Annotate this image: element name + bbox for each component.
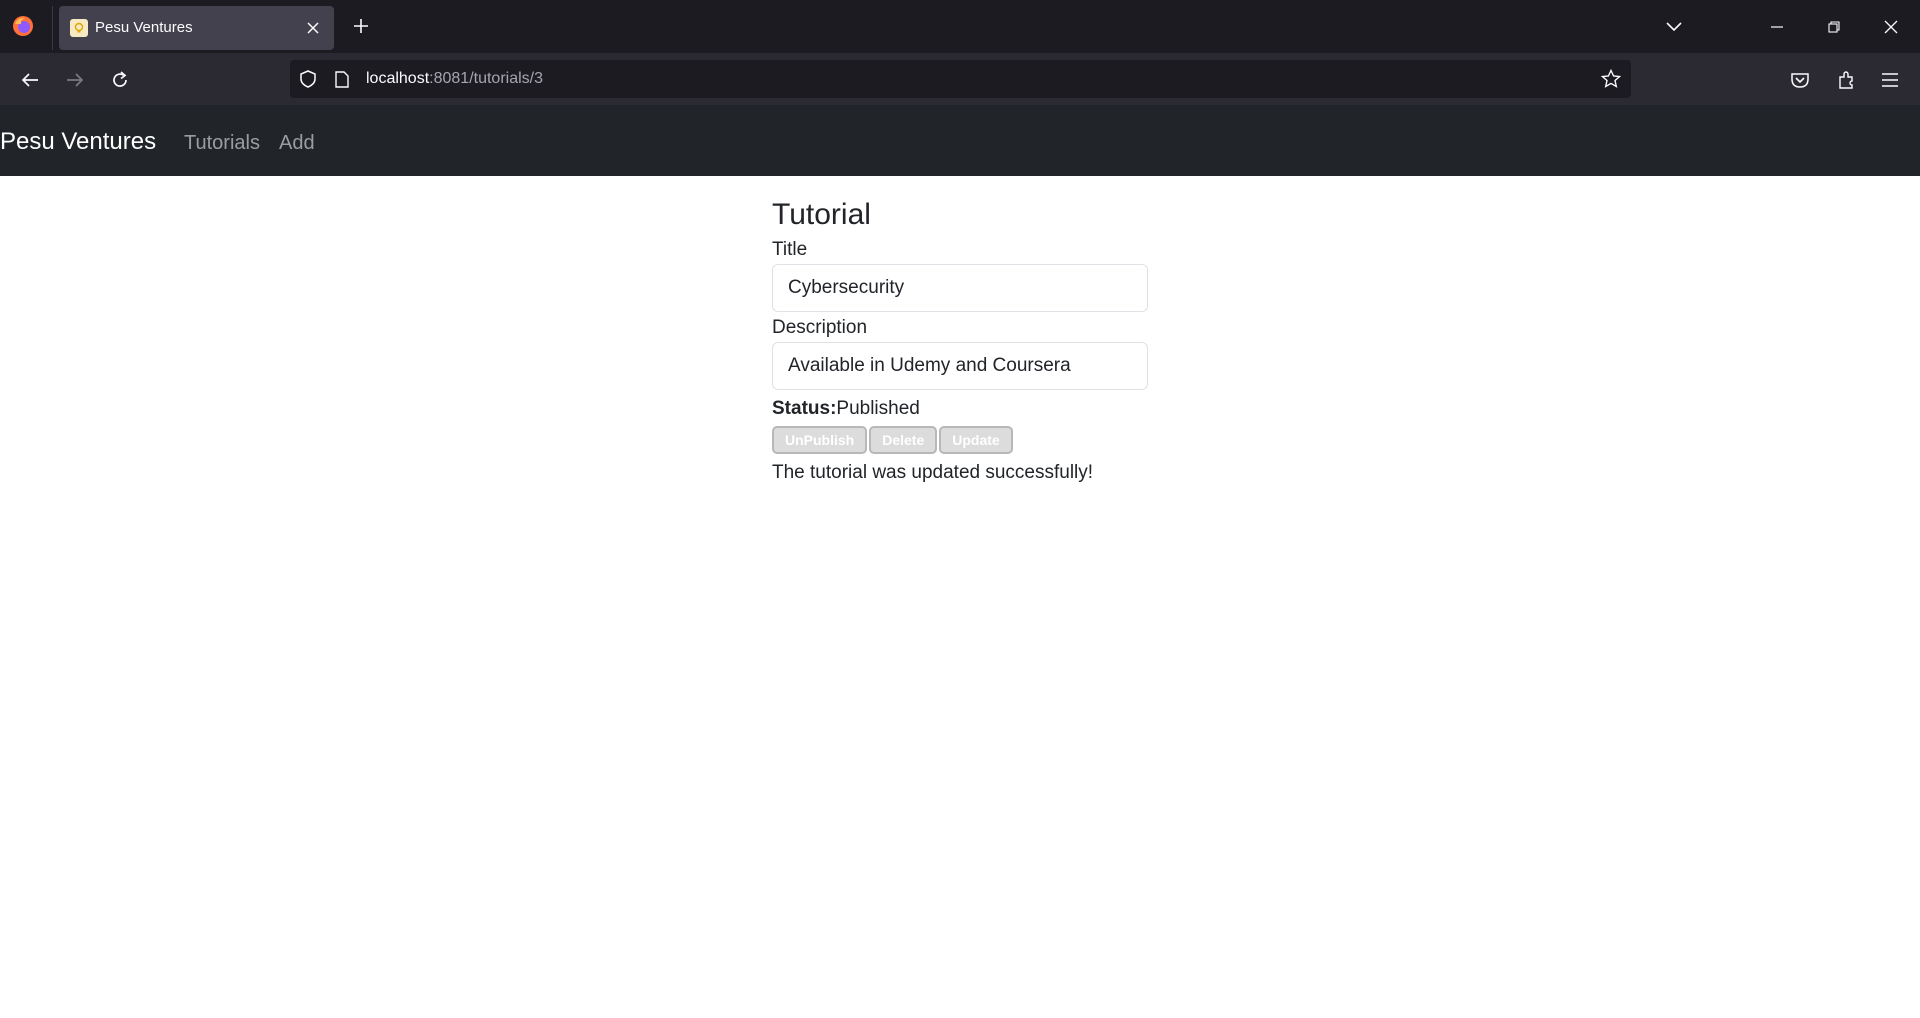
- back-icon[interactable]: [14, 64, 46, 96]
- firefox-logo-icon[interactable]: [12, 15, 34, 37]
- page-icon[interactable]: [332, 69, 352, 89]
- close-tab-icon[interactable]: [302, 17, 324, 39]
- extensions-icon[interactable]: [1830, 64, 1862, 96]
- brand-link[interactable]: Pesu Ventures: [0, 128, 156, 156]
- status-label: Status:: [772, 398, 837, 419]
- status-value: Published: [836, 398, 920, 419]
- close-window-icon[interactable]: [1876, 12, 1906, 42]
- url-bar[interactable]: localhost:8081/tutorials/3: [290, 60, 1631, 98]
- app-navbar: Pesu Ventures Tutorials Add: [0, 105, 1920, 176]
- title-input-value: Cybersecurity: [788, 277, 905, 298]
- browser-toolbar: localhost:8081/tutorials/3: [0, 53, 1920, 105]
- action-buttons: UnPublish Delete Update: [772, 426, 1148, 454]
- minimize-icon[interactable]: [1762, 12, 1792, 42]
- tab-title: Pesu Ventures: [95, 19, 193, 36]
- description-label: Description: [772, 317, 868, 338]
- list-all-tabs-icon[interactable]: [1659, 12, 1689, 42]
- bookmark-star-icon[interactable]: [1601, 69, 1621, 89]
- new-tab-icon[interactable]: [348, 13, 374, 39]
- menu-icon[interactable]: [1874, 64, 1906, 96]
- tab-favicon-icon: [70, 19, 88, 37]
- nav-link-add[interactable]: Add: [279, 132, 315, 155]
- unpublish-button[interactable]: UnPublish: [772, 426, 868, 454]
- tutorial-edit-form: Tutorial Title Cybersecurity Description…: [772, 196, 1148, 485]
- url-text: localhost:8081/tutorials/3: [366, 70, 544, 87]
- forward-icon[interactable]: [59, 64, 91, 96]
- reload-icon[interactable]: [104, 64, 136, 96]
- shield-icon[interactable]: [298, 69, 318, 89]
- title-input[interactable]: Cybersecurity: [772, 264, 1148, 312]
- nav-link-tutorials[interactable]: Tutorials: [184, 132, 260, 155]
- success-message: The tutorial was updated successfully!: [772, 462, 1094, 483]
- browser-tab[interactable]: Pesu Ventures: [59, 6, 334, 50]
- restore-icon[interactable]: [1819, 12, 1849, 42]
- pocket-icon[interactable]: [1784, 64, 1816, 96]
- description-input-value: Available in Udemy and Coursera: [788, 355, 1071, 376]
- browser-tab-bar: Pesu Ventures: [0, 0, 1920, 53]
- delete-button[interactable]: Delete: [869, 426, 938, 454]
- page-title: Tutorial: [772, 198, 871, 231]
- update-button[interactable]: Update: [939, 426, 1013, 454]
- description-input[interactable]: Available in Udemy and Coursera: [772, 342, 1148, 390]
- status-line: Status:Published: [772, 397, 1148, 421]
- tab-separator: [52, 6, 53, 50]
- title-label: Title: [772, 239, 808, 260]
